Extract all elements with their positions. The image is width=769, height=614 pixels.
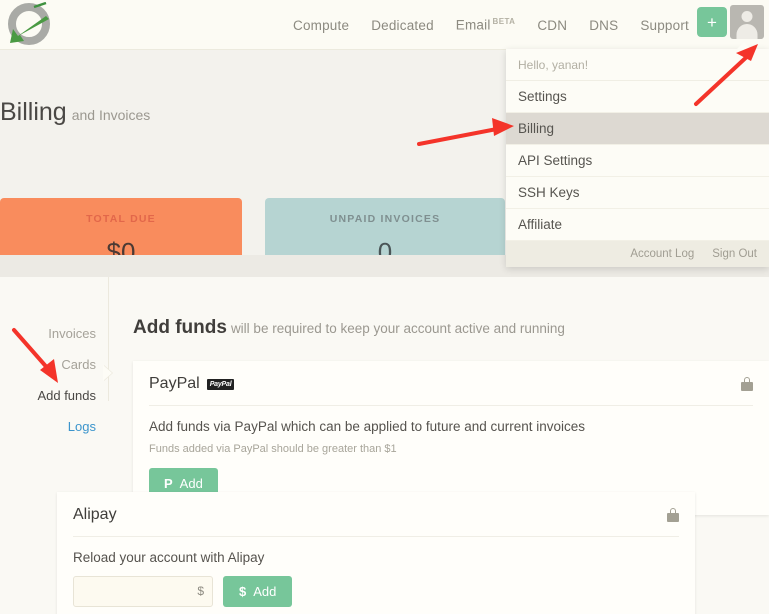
content-heading: Add funds will be required to keep your a… (133, 277, 769, 339)
nav-link-label: Dedicated (371, 17, 434, 33)
alipay-card: Alipay Reload your account with Alipay $ (57, 492, 695, 614)
lock-icon (667, 508, 679, 522)
alipay-payment-row: $ $ Add (73, 576, 679, 607)
dropdown-item-label: API Settings (518, 153, 593, 168)
nav-links: Compute Dedicated Email BETA CDN DNS Supp… (293, 0, 689, 50)
paypal-card-title: PayPal PayPal (149, 375, 235, 393)
lower-content-area: Invoices Cards Add funds Logs Add funds w… (0, 277, 769, 614)
page-title-sub: and Invoices (71, 107, 151, 123)
stat-label: TOTAL DUE (86, 213, 156, 225)
billing-page: Compute Dedicated Email BETA CDN DNS Supp… (0, 0, 769, 614)
stat-label: UNPAID INVOICES (329, 213, 441, 225)
alipay-card-body: Reload your account with Alipay $ $ Add (73, 537, 679, 614)
alipay-dollar-icon: $ (239, 584, 247, 599)
sidebar-item-label: Logs (67, 419, 96, 434)
alipay-card-title: Alipay (73, 506, 117, 524)
nav-link-cdn[interactable]: CDN (537, 18, 567, 33)
paypal-title-label: PayPal (149, 375, 200, 392)
alipay-add-button[interactable]: $ Add (223, 576, 293, 607)
nav-link-label: DNS (589, 17, 619, 33)
dropdown-item-label: Affiliate (518, 217, 563, 232)
sidebar-item-label: Add funds (37, 388, 96, 403)
alipay-amount-wrapper: $ (73, 576, 213, 607)
dropdown-footer: Account Log Sign Out (506, 241, 769, 267)
main-content: Add funds will be required to keep your a… (57, 277, 769, 614)
dropdown-item-label: Billing (518, 121, 555, 136)
avatar-head-icon (741, 11, 753, 22)
sidebar-active-pointer-icon (103, 365, 112, 381)
lock-body-icon (741, 382, 753, 391)
nav-link-label: Compute (293, 17, 350, 33)
dropdown-greeting: Hello, yanan! (506, 49, 769, 81)
nav-link-dedicated[interactable]: Dedicated (371, 18, 434, 33)
top-navigation-bar: Compute Dedicated Email BETA CDN DNS Supp… (0, 0, 769, 50)
sidebar-item-logs[interactable]: Logs (0, 411, 108, 442)
account-log-link[interactable]: Account Log (630, 248, 694, 260)
sidebar-item-invoices[interactable]: Invoices (0, 318, 108, 349)
paypal-logo-badge: PayPal (206, 378, 235, 390)
nav-link-compute[interactable]: Compute (293, 18, 349, 33)
dropdown-item-affiliate[interactable]: Affiliate (506, 209, 769, 241)
content-heading-sub: will be required to keep your account ac… (230, 321, 565, 336)
dropdown-item-ssh-keys[interactable]: SSH Keys (506, 177, 769, 209)
paypal-add-button-label: Add (179, 476, 203, 491)
nav-link-email[interactable]: Email BETA (456, 17, 516, 33)
alipay-add-button-label: Add (253, 584, 277, 599)
sidebar-divider (108, 277, 109, 401)
sidebar-item-cards[interactable]: Cards (0, 349, 108, 380)
site-logo[interactable] (4, 1, 56, 48)
lock-body-icon (667, 513, 679, 522)
beta-badge: BETA (492, 17, 516, 27)
dropdown-item-label: SSH Keys (518, 185, 580, 200)
sidebar-item-label: Cards (61, 357, 96, 372)
nav-link-label: Email (455, 17, 491, 33)
alipay-title-label: Alipay (73, 506, 117, 523)
billing-sidebar: Invoices Cards Add funds Logs (0, 277, 108, 442)
lock-icon (741, 377, 753, 391)
add-new-button[interactable]: + (697, 7, 727, 37)
dropdown-item-settings[interactable]: Settings (506, 81, 769, 113)
nav-link-support[interactable]: Support (640, 18, 689, 33)
sidebar-item-label: Invoices (48, 326, 96, 341)
page-title: Billing and Invoices (0, 98, 150, 127)
sign-out-link[interactable]: Sign Out (712, 248, 757, 260)
paypal-card-header: PayPal PayPal (149, 361, 753, 406)
dropdown-caret-icon (736, 42, 752, 50)
account-dropdown-menu: Hello, yanan! Settings Billing API Setti… (506, 42, 769, 267)
avatar-body-icon (736, 24, 758, 39)
account-avatar-button[interactable] (730, 5, 764, 39)
dropdown-item-api-settings[interactable]: API Settings (506, 145, 769, 177)
page-title-main: Billing (0, 98, 67, 126)
nav-link-dns[interactable]: DNS (589, 18, 618, 33)
paypal-p-icon: P (164, 476, 173, 491)
paypal-note: Funds added via PayPal should be greater… (149, 443, 397, 455)
alipay-amount-input[interactable] (73, 576, 213, 607)
nav-link-label: Support (640, 17, 689, 33)
paypal-description: Add funds via PayPal which can be applie… (149, 419, 586, 434)
content-heading-main: Add funds (133, 317, 227, 338)
dropdown-item-billing[interactable]: Billing (506, 113, 769, 145)
alipay-card-header: Alipay (73, 492, 679, 537)
alipay-description: Reload your account with Alipay (73, 550, 265, 565)
dropdown-item-label: Settings (518, 89, 567, 104)
nav-link-label: CDN (537, 17, 568, 33)
plus-icon: + (707, 12, 717, 32)
sidebar-item-add-funds[interactable]: Add funds (0, 380, 108, 411)
